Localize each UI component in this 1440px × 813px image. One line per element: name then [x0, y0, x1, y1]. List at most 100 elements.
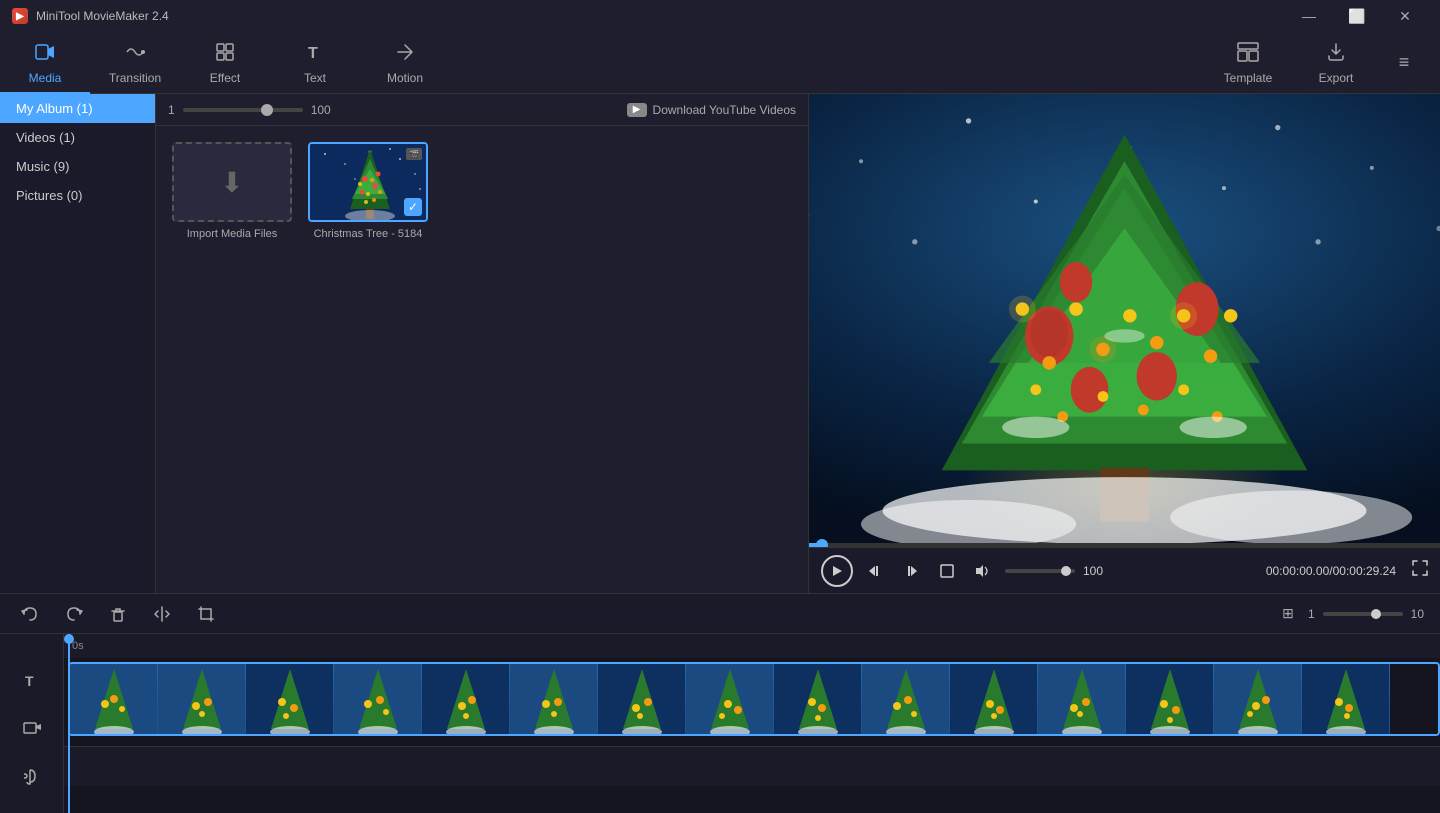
film-frame-9 — [774, 664, 862, 734]
zoom-min-label: 1 — [168, 103, 175, 117]
christmas-tree-thumb[interactable]: 🎬 ✓ — [308, 142, 428, 222]
preview-video — [809, 94, 1440, 547]
zoom-slider[interactable] — [183, 108, 303, 112]
import-thumb[interactable]: ⬇ — [172, 142, 292, 222]
import-media-item[interactable]: ⬇ Import Media Files — [172, 142, 292, 240]
timeline-ruler: 0s — [64, 634, 1440, 658]
toolbar-effect-label: Effect — [210, 71, 240, 85]
nav-my-album[interactable]: My Album (1) — [0, 94, 155, 123]
volume-button[interactable] — [969, 557, 997, 585]
timeline-toolbar: ⊞ 1 10 — [0, 594, 1440, 634]
toolbar-effect[interactable]: Effect — [180, 32, 270, 94]
preview-controls: 100 00:00:00.00/00:00:29.24 — [809, 547, 1440, 593]
toolbar-motion[interactable]: Motion — [360, 32, 450, 94]
rewind-button[interactable] — [861, 557, 889, 585]
film-frame-13 — [1126, 664, 1214, 734]
nav-pictures[interactable]: Pictures (0) — [0, 181, 155, 210]
left-panel: My Album (1) Videos (1) Music (9) Pictur… — [0, 94, 156, 593]
toolbar-export[interactable]: Export — [1296, 32, 1376, 94]
timeline-content: T 0s — [0, 634, 1440, 813]
playhead[interactable] — [68, 634, 70, 813]
zoom-add-button[interactable]: ⊞ — [1276, 602, 1300, 626]
transition-icon — [124, 41, 146, 67]
film-frame-6 — [510, 664, 598, 734]
nav-music[interactable]: Music (9) — [0, 152, 155, 181]
toolbar-transition[interactable]: Transition — [90, 32, 180, 94]
toolbar-motion-label: Motion — [387, 71, 423, 85]
crop-button[interactable] — [192, 600, 220, 628]
delete-button[interactable] — [104, 600, 132, 628]
film-frame-10 — [862, 664, 950, 734]
toolbar-template[interactable]: Template — [1208, 32, 1288, 94]
import-media-label: Import Media Files — [187, 228, 277, 240]
toolbar-media-label: Media — [29, 71, 62, 85]
film-frame-7 — [598, 664, 686, 734]
template-icon — [1236, 41, 1260, 67]
main-area: My Album (1) Videos (1) Music (9) Pictur… — [0, 94, 1440, 593]
volume-slider[interactable] — [1005, 569, 1075, 573]
selected-checkmark: ✓ — [404, 198, 422, 216]
time-display: 00:00:00.00/00:00:29.24 — [1266, 564, 1396, 578]
play-button[interactable] — [821, 555, 853, 587]
title-bar-controls: — ⬜ ✕ — [1286, 0, 1428, 32]
film-frame-15 — [1302, 664, 1390, 734]
video-badge: 🎬 — [406, 148, 422, 160]
timeline-zoom-slider[interactable] — [1323, 612, 1403, 616]
film-frame-11 — [950, 664, 1038, 734]
toolbar-text[interactable]: T Text — [270, 32, 360, 94]
undo-button[interactable] — [16, 600, 44, 628]
fullscreen-button[interactable] — [1412, 560, 1428, 581]
video-track — [64, 662, 1440, 742]
video-filmstrip — [70, 664, 1438, 734]
media-toolbar: 1 100 ▶ Download YouTube Videos — [156, 94, 808, 126]
timeline-zoom-area: ⊞ 1 10 — [1276, 602, 1424, 626]
split-button[interactable] — [148, 600, 176, 628]
motion-icon — [394, 41, 416, 67]
film-frame-2 — [158, 664, 246, 734]
media-area: 1 100 ▶ Download YouTube Videos ⬇ Import… — [156, 94, 808, 593]
playhead-head — [64, 634, 74, 644]
nav-videos[interactable]: Videos (1) — [0, 123, 155, 152]
menu-icon[interactable]: ≡ — [1384, 32, 1424, 94]
maximize-button[interactable]: ⬜ — [1334, 0, 1380, 32]
film-frame-4 — [334, 664, 422, 734]
video-track-tool[interactable] — [16, 712, 48, 744]
film-frame-14 — [1214, 664, 1302, 734]
forward-button[interactable] — [897, 557, 925, 585]
export-icon — [1325, 41, 1347, 67]
christmas-tree-item[interactable]: 🎬 ✓ Christmas Tree - 5184 — [308, 142, 428, 240]
timeline-tracks[interactable]: 0s — [64, 634, 1440, 813]
timeline-zoom-max: 10 — [1411, 607, 1424, 621]
app-icon: ▶ — [12, 8, 28, 24]
film-frame-3 — [246, 664, 334, 734]
timeline-left-tools: T — [0, 634, 64, 813]
text-track-tool[interactable]: T — [16, 664, 48, 696]
film-frame-12 — [1038, 664, 1126, 734]
close-button[interactable]: ✕ — [1382, 0, 1428, 32]
toolbar-transition-label: Transition — [109, 71, 161, 85]
film-frame-5 — [422, 664, 510, 734]
timeline: ⊞ 1 10 T — [0, 593, 1440, 813]
audio-track-tool[interactable] — [16, 760, 48, 792]
redo-button[interactable] — [60, 600, 88, 628]
text-icon: T — [304, 41, 326, 67]
media-icon — [34, 41, 56, 67]
toolbar-export-label: Export — [1319, 71, 1354, 85]
volume-value: 100 — [1083, 564, 1103, 578]
video-track-content[interactable] — [68, 662, 1440, 736]
youtube-icon: ▶ — [627, 103, 647, 117]
toolbar-media[interactable]: Media — [0, 32, 90, 94]
media-grid: ⬇ Import Media Files — [156, 126, 808, 593]
film-frame-8 — [686, 664, 774, 734]
svg-text:T: T — [25, 673, 34, 689]
youtube-download-button[interactable]: ▶ Download YouTube Videos — [627, 103, 796, 117]
fullscreen-small-button[interactable] — [933, 557, 961, 585]
toolbar-template-label: Template — [1224, 71, 1273, 85]
minimize-button[interactable]: — — [1286, 0, 1332, 32]
film-frame-1 — [70, 664, 158, 734]
title-bar: ▶ MiniTool MovieMaker 2.4 — ⬜ ✕ — [0, 0, 1440, 32]
audio-track — [64, 746, 1440, 786]
zoom-value: 100 — [311, 103, 331, 117]
ruler-0s: 0s — [72, 640, 84, 652]
effect-icon — [214, 41, 236, 67]
